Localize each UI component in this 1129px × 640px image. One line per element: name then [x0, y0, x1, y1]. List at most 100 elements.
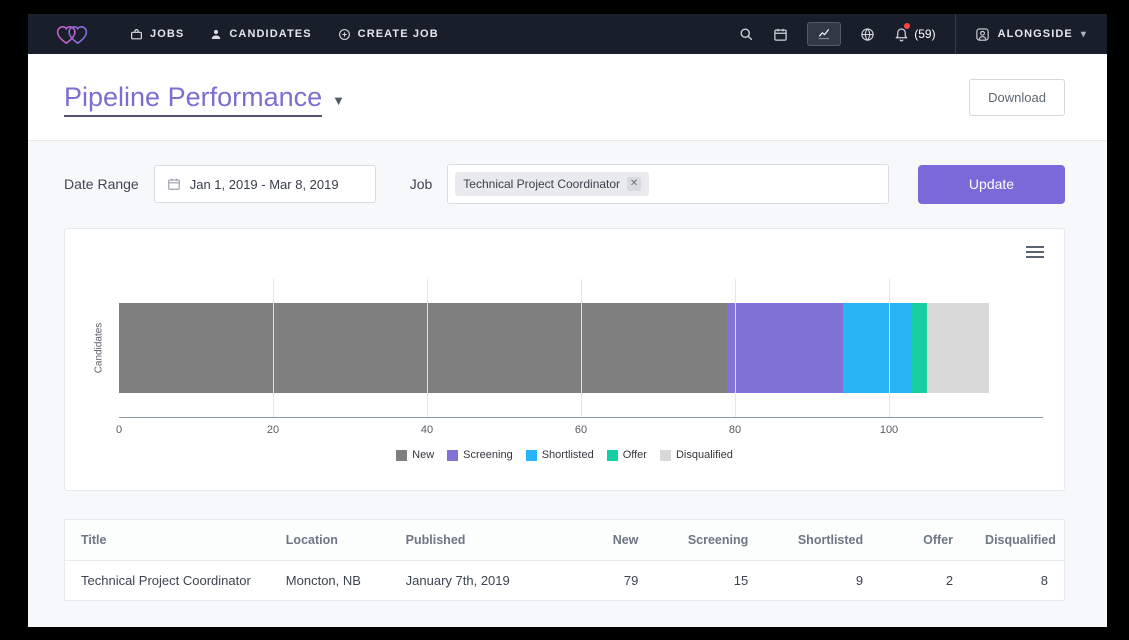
hearts-logo-icon — [54, 23, 90, 46]
table-row[interactable]: Technical Project CoordinatorMoncton, NB… — [65, 561, 1064, 601]
nav-create-job-label: CREATE JOB — [358, 28, 439, 40]
x-tick-label: 100 — [880, 424, 898, 436]
pipeline-chart-card: Candidates 0 20 40 60 80 100 New Screening Shor… — [64, 228, 1065, 491]
chart-menu-icon[interactable] — [1026, 246, 1044, 261]
legend-item-new[interactable]: New — [396, 449, 434, 461]
column-header-location: Location — [270, 520, 390, 561]
gridline-overlay — [273, 303, 274, 393]
legend-swatch — [660, 450, 671, 461]
date-range-label: Date Range — [64, 176, 139, 192]
account-label: ALONGSIDE — [998, 28, 1073, 40]
gridline-overlay — [889, 303, 890, 393]
column-header-title: Title — [65, 520, 270, 561]
job-label: Job — [410, 176, 433, 192]
plus-circle-icon — [338, 28, 351, 41]
legend-swatch — [396, 450, 407, 461]
report-selector[interactable]: Pipeline Performance ▼ — [64, 82, 345, 113]
legend-swatch — [447, 450, 458, 461]
x-tick-label: 40 — [421, 424, 433, 436]
bar-segment-shortlisted[interactable] — [843, 303, 912, 393]
line-chart-icon[interactable] — [807, 22, 841, 46]
notifications-button[interactable]: (59) — [894, 26, 935, 42]
date-range-value: Jan 1, 2019 - Mar 8, 2019 — [190, 177, 339, 192]
job-tag-chip: Technical Project Coordinator ✕ — [455, 172, 649, 196]
legend-label: Shortlisted — [542, 449, 594, 461]
brand-logo[interactable] — [54, 23, 90, 46]
calendar-icon — [167, 177, 181, 191]
update-button[interactable]: Update — [918, 165, 1065, 204]
x-tick-label: 20 — [267, 424, 279, 436]
remove-tag-icon[interactable]: ✕ — [627, 177, 641, 191]
x-tick-label: 60 — [575, 424, 587, 436]
y-axis-label: Candidates — [94, 323, 105, 374]
column-header-offer: Offer — [879, 520, 969, 561]
bar-segment-offer[interactable] — [912, 303, 927, 393]
app-window: JOBS CANDIDATES CREATE JOB — [28, 14, 1107, 627]
chart-plot-area — [119, 279, 1043, 418]
column-header-disqualified: Disqualified — [969, 520, 1064, 561]
x-tick-label: 0 — [116, 424, 122, 436]
legend-item-disqualified[interactable]: Disqualified — [660, 449, 733, 461]
nav-item-create-job[interactable]: CREATE JOB — [338, 28, 439, 41]
gridline-overlay — [735, 303, 736, 393]
notification-dot — [904, 23, 910, 29]
job-select-input[interactable]: Technical Project Coordinator ✕ — [447, 164, 889, 204]
bar-segment-disqualified[interactable] — [927, 303, 989, 393]
legend-label: Screening — [463, 449, 513, 461]
legend-label: New — [412, 449, 434, 461]
account-menu[interactable]: ALONGSIDE ▾ — [975, 27, 1087, 42]
gridline-overlay — [427, 303, 428, 393]
legend-swatch — [607, 450, 618, 461]
globe-icon[interactable] — [860, 27, 875, 42]
x-tick-label: 80 — [729, 424, 741, 436]
page-title: Pipeline Performance — [64, 82, 322, 113]
nav-item-jobs[interactable]: JOBS — [130, 28, 184, 41]
nav-jobs-label: JOBS — [150, 28, 184, 40]
table-body: Technical Project CoordinatorMoncton, NB… — [65, 561, 1064, 601]
x-axis-ticks: 0 20 40 60 80 100 — [119, 424, 1043, 438]
download-button[interactable]: Download — [969, 79, 1065, 116]
results-table-card: TitleLocationPublishedNewScreeningShortl… — [64, 519, 1065, 601]
nav-item-candidates[interactable]: CANDIDATES — [210, 28, 311, 41]
column-header-new: New — [560, 520, 655, 561]
legend-item-screening[interactable]: Screening — [447, 449, 513, 461]
chevron-down-icon: ▾ — [1081, 29, 1087, 40]
bar-segment-screening[interactable] — [727, 303, 843, 393]
chart-legend: New Screening Shortlisted Offer Disqualified — [65, 449, 1064, 461]
top-navbar: JOBS CANDIDATES CREATE JOB — [28, 14, 1107, 54]
results-table: TitleLocationPublishedNewScreeningShortl… — [65, 520, 1064, 600]
notification-count: (59) — [914, 27, 935, 41]
table-cell: 9 — [764, 561, 879, 601]
column-header-screening: Screening — [654, 520, 764, 561]
table-header-row: TitleLocationPublishedNewScreeningShortl… — [65, 520, 1064, 561]
nav-right: (59) ALONGSIDE ▾ — [739, 14, 1107, 54]
person-icon — [210, 28, 222, 41]
column-header-shortlisted: Shortlisted — [764, 520, 879, 561]
nav-left: JOBS CANDIDATES CREATE JOB — [28, 23, 439, 46]
legend-swatch — [526, 450, 537, 461]
date-range-input[interactable]: Jan 1, 2019 - Mar 8, 2019 — [154, 165, 376, 203]
content-area: Date Range Jan 1, 2019 - Mar 8, 2019 Job… — [28, 141, 1107, 627]
legend-item-offer[interactable]: Offer — [607, 449, 647, 461]
legend-label: Disqualified — [676, 449, 733, 461]
job-tag-label: Technical Project Coordinator — [463, 177, 620, 191]
table-cell: January 7th, 2019 — [390, 561, 560, 601]
gridline-overlay — [581, 303, 582, 393]
title-caret-icon: ▼ — [332, 93, 345, 108]
legend-label: Offer — [623, 449, 647, 461]
table-cell: Technical Project Coordinator — [65, 561, 270, 601]
nav-candidates-label: CANDIDATES — [229, 28, 311, 40]
search-icon[interactable] — [739, 27, 754, 42]
table-cell: 8 — [969, 561, 1064, 601]
page-header: Pipeline Performance ▼ Download — [28, 54, 1107, 141]
filters-bar: Date Range Jan 1, 2019 - Mar 8, 2019 Job… — [64, 164, 1065, 204]
table-cell: 2 — [879, 561, 969, 601]
nav-divider — [955, 14, 956, 54]
bar-segment-new[interactable] — [119, 303, 727, 393]
calendar-icon[interactable] — [773, 27, 788, 42]
table-cell: 79 — [560, 561, 655, 601]
briefcase-icon — [130, 28, 143, 41]
table-cell: 15 — [654, 561, 764, 601]
column-header-published: Published — [390, 520, 560, 561]
legend-item-shortlisted[interactable]: Shortlisted — [526, 449, 594, 461]
